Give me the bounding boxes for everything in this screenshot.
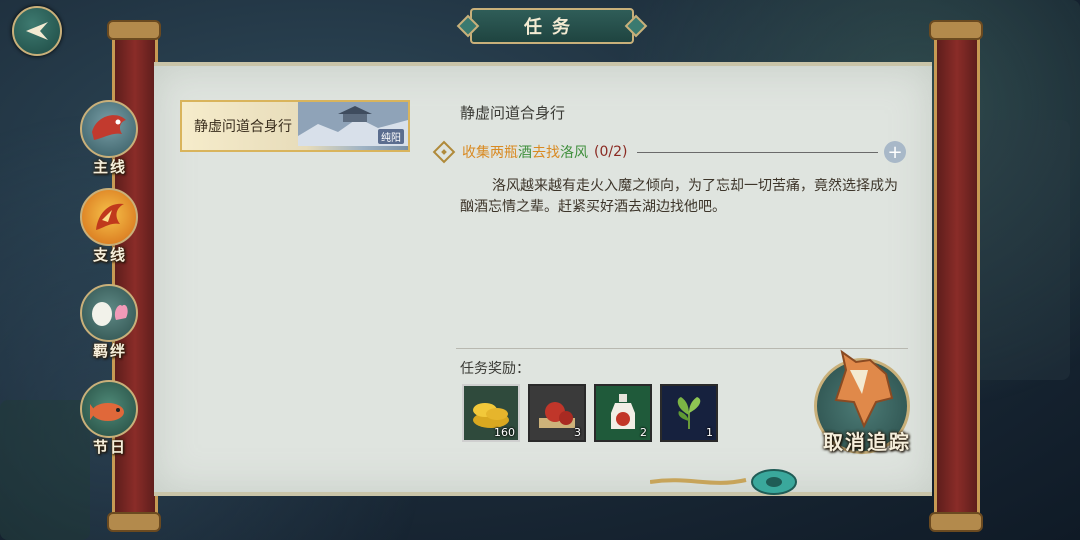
nav-label: 支线 [92, 246, 127, 264]
objective-text-part2: 酒 [518, 145, 532, 161]
reward-item-fruit[interactable]: 3 [528, 384, 586, 442]
quest-item-sect-tag: 纯阳 [378, 129, 404, 144]
window-title-text: 任务 [524, 17, 580, 38]
quest-objective: 收集两瓶 酒 去找 洛风 (0/2) + [432, 140, 906, 164]
koi-fish-icon [80, 380, 138, 438]
nav-label: 主线 [92, 158, 127, 176]
expand-plus-icon[interactable]: + [884, 141, 906, 163]
reward-item-gold[interactable]: 160 [462, 384, 520, 442]
reward-quantity: 160 [494, 426, 515, 439]
nav-item-main[interactable]: 主线 [76, 100, 144, 180]
scroll-rod-right [929, 20, 983, 532]
tea-leaf-icon [677, 397, 701, 429]
objective-progress: (0/2) [594, 144, 628, 160]
dragon-icon [80, 100, 138, 158]
rod-cap-top [929, 20, 983, 40]
reward-quantity: 2 [640, 426, 647, 439]
window-title: 任务 [470, 8, 634, 44]
nav-label: 节日 [92, 438, 127, 456]
red-fruit-icon [539, 402, 575, 428]
reward-quantity: 3 [574, 426, 581, 439]
quest-item-name: 静虚问道合身行 [194, 119, 292, 135]
horse-icon [834, 349, 894, 429]
phoenix-icon [80, 188, 138, 246]
objective-text-part1: 收集两瓶 [462, 145, 518, 161]
reward-label: 任务奖励： [460, 361, 530, 377]
quest-detail-title: 静虚问道合身行 [460, 104, 566, 122]
nav-label: 羁绊 [92, 342, 127, 360]
quest-list-item[interactable]: 静虚问道合身行 纯阳 [180, 100, 410, 152]
objective-text-part3: 去找 [532, 145, 560, 161]
reward-quantity: 1 [706, 426, 713, 439]
quest-description: 洛风越来越有走火入魔之倾向，为了忘却一切苦痛，竟然选择成为酗酒忘情之辈。赶紧买好… [460, 178, 898, 215]
quest-item-art: 纯阳 [298, 102, 408, 146]
jade-ornament-icon [650, 469, 797, 495]
back-arrow-icon [26, 22, 48, 40]
rod-cap-bottom [107, 512, 161, 532]
cancel-track-label: 取消追踪 [823, 430, 911, 454]
reward-list: 160 3 2 1 [462, 384, 718, 442]
back-button[interactable] [12, 6, 62, 56]
nav-item-side[interactable]: 支线 [76, 188, 144, 268]
nav-item-bond[interactable]: 羁绊 [76, 284, 144, 364]
objective-text-part4: 洛风 [560, 145, 588, 161]
reward-item-tea[interactable]: 1 [660, 384, 718, 442]
nav-item-festival[interactable]: 节日 [76, 380, 144, 460]
rod-cap-top [107, 20, 161, 40]
cancel-track-button[interactable]: 取消追踪 [806, 340, 926, 460]
crane-lotus-icon [80, 284, 138, 342]
objective-divider [637, 151, 878, 153]
wine-bottle-icon [611, 394, 635, 429]
reward-item-wine[interactable]: 2 [594, 384, 652, 442]
rod-cap-bottom [929, 512, 983, 532]
objective-diamond-icon [432, 140, 456, 164]
